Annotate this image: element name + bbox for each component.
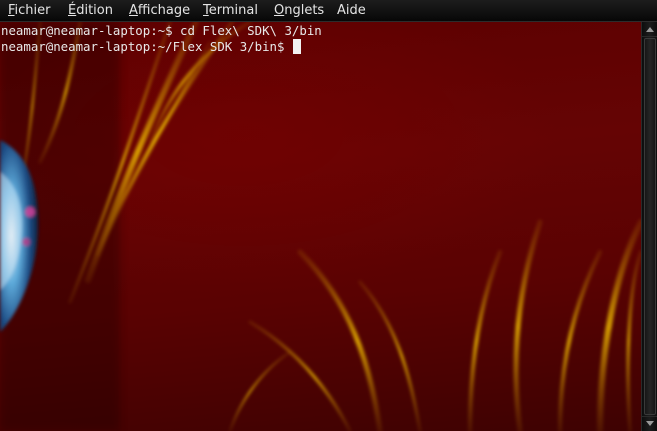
menu-onglets[interactable]: Onglets <box>274 3 324 19</box>
scroll-down-button[interactable] <box>642 416 657 431</box>
text-cursor <box>292 39 301 54</box>
terminal-line: neamar@neamar-laptop:~$ cd Flex\ SDK\ 3/… <box>1 23 322 38</box>
terminal-prompt: neamar@neamar-laptop:~/Flex SDK 3/bin$ <box>1 39 292 54</box>
scrollbar-thumb[interactable] <box>644 38 656 415</box>
menu-fichier[interactable]: Fichier <box>8 3 51 19</box>
arrow-up-icon <box>645 27 654 32</box>
terminal-area[interactable]: neamar@neamar-laptop:~$ cd Flex\ SDK\ 3/… <box>0 22 641 431</box>
scroll-up-button[interactable] <box>642 22 657 37</box>
terminal-window: Fichier Édition Affichage Terminal Ongle… <box>0 0 657 431</box>
wallpaper-background <box>0 22 641 431</box>
terminal-output: neamar@neamar-laptop:~$ cd Flex\ SDK\ 3/… <box>1 23 322 55</box>
terminal-prompt-line: neamar@neamar-laptop:~/Flex SDK 3/bin$ <box>1 39 322 55</box>
menu-terminal[interactable]: Terminal <box>203 3 258 19</box>
menu-aide[interactable]: Aide <box>337 3 366 19</box>
menu-edition[interactable]: Édition <box>68 3 113 19</box>
menu-bar: Fichier Édition Affichage Terminal Ongle… <box>0 0 657 22</box>
arrow-down-icon <box>645 421 654 426</box>
menu-affichage[interactable]: Affichage <box>129 3 190 19</box>
vertical-scrollbar[interactable] <box>641 22 657 431</box>
